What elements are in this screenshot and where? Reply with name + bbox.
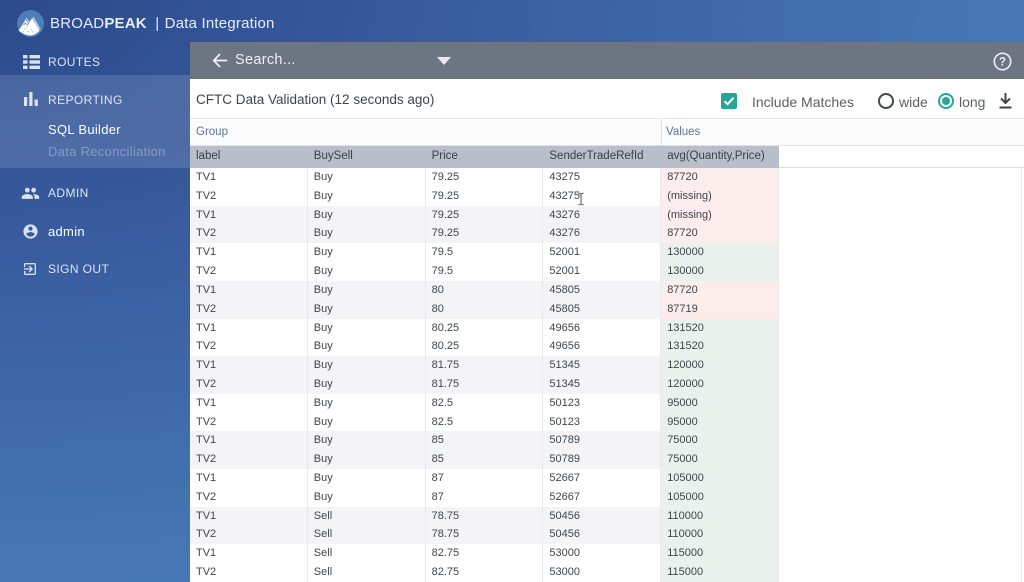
svg-text:?: ? <box>999 57 1006 69</box>
